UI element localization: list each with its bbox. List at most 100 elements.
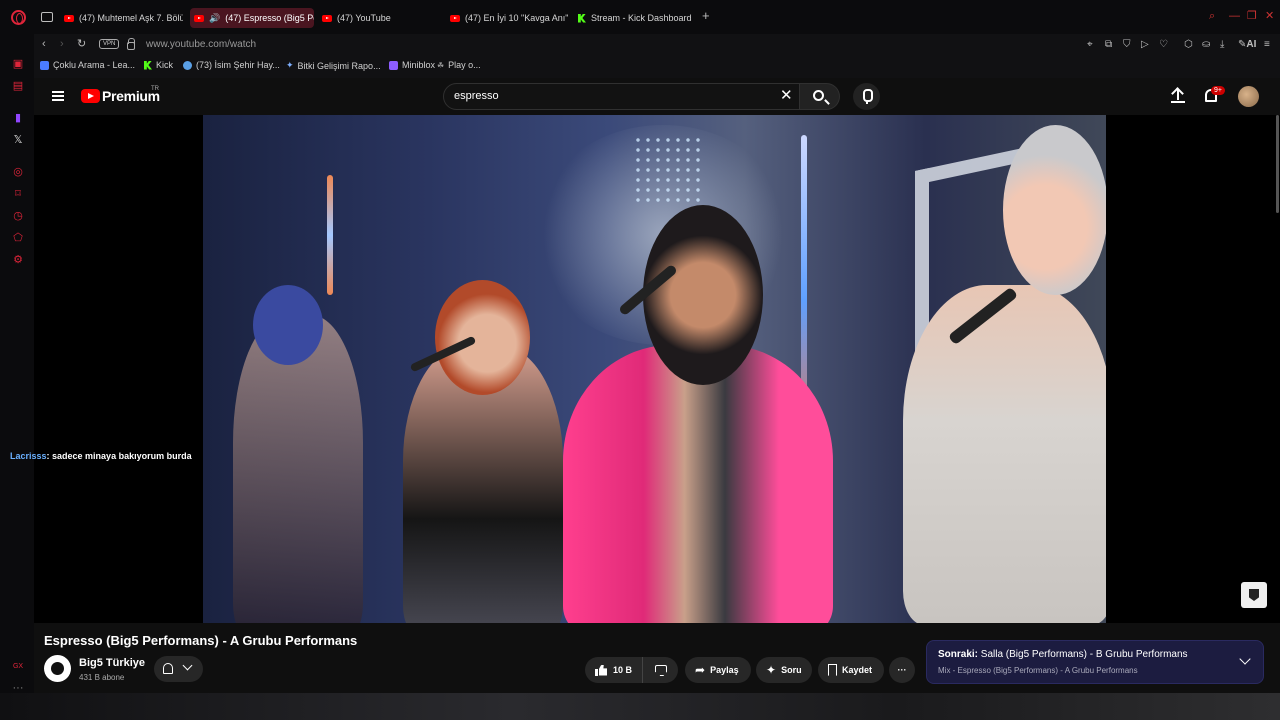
game-icon	[389, 60, 398, 70]
voice-search-button[interactable]	[853, 83, 880, 110]
address-bar: ‹ › ↻ VPN www.youtube.com/watch ⌖ ⧉ ⛉ ▷ …	[34, 34, 1280, 56]
ai-label: AI	[1246, 39, 1257, 50]
browser-sidebar: ▣ ▤ ▮ 𝕏 ◎ ⌑ ◷ ⬠ ⚙ GX ···	[0, 34, 34, 720]
bookmark-label: Kick	[156, 60, 174, 70]
save-button[interactable]: Kaydet	[818, 657, 884, 683]
desktop-background-strip	[0, 693, 1280, 720]
more-actions-button[interactable]: ···	[889, 657, 915, 683]
performer-2-head	[435, 280, 530, 395]
tab-espresso[interactable]: 🔊 (47) Espresso (Big5 Pe	[190, 8, 314, 28]
bell-icon	[163, 663, 173, 674]
video-player[interactable]	[34, 115, 1280, 623]
bookmark-icon	[828, 664, 837, 676]
upload-icon-base	[1171, 101, 1185, 103]
sidebar-history-icon[interactable]: ◷	[12, 210, 24, 222]
notification-badge: 9+	[1211, 86, 1225, 95]
pin-icon[interactable]: ⌖	[1087, 39, 1093, 51]
bookmark-label: Bitki Gelişimi Rapo...	[297, 60, 381, 71]
performer-4	[903, 285, 1106, 623]
thumbs-up-icon	[595, 665, 607, 676]
forward-icon[interactable]: ›	[60, 38, 64, 51]
channel-name[interactable]: Big5 Türkiye	[79, 657, 145, 669]
tab-kick-dashboard[interactable]: Stream - Kick Dashboard	[574, 8, 696, 28]
lock-icon[interactable]	[127, 38, 135, 50]
bookmark-label: Play o...	[448, 60, 481, 70]
overlay-shield-button[interactable]	[1241, 582, 1267, 608]
youtube-icon	[450, 14, 460, 22]
search-input[interactable]: espresso ✕	[443, 83, 800, 110]
ask-button[interactable]: ✦ Soru	[756, 657, 812, 683]
chat-username: Lacrisss	[10, 451, 47, 461]
sidebar-extensions-icon[interactable]: ⬠	[12, 232, 24, 244]
youtube-header: Premium TR espresso ✕ 9+	[34, 78, 1280, 115]
extensions-icon[interactable]: ⬡	[1184, 39, 1193, 51]
tab-muhtemel-ask[interactable]: (47) Muhtemel Aşk 7. Bölüm	[60, 8, 183, 28]
close-button[interactable]: ✕	[1265, 11, 1274, 22]
up-next-prefix: Sonraki:	[938, 649, 979, 660]
menu-icon[interactable]: ≡	[1264, 39, 1270, 51]
wallet-icon[interactable]: ⛀	[1202, 39, 1210, 51]
share-icon: ➦	[695, 663, 706, 677]
guide-menu-icon[interactable]	[52, 91, 64, 101]
kick-icon	[578, 13, 586, 23]
search-query: espresso	[454, 90, 499, 102]
search-button[interactable]	[800, 83, 840, 110]
sidebar-bookmarks-icon[interactable]: ⌑	[12, 188, 24, 200]
snapshot-icon[interactable]: ⧉	[1105, 39, 1112, 51]
search-icon	[40, 60, 49, 70]
bookmark-kick[interactable]: Kick	[144, 60, 173, 70]
search-tabs-icon[interactable]: ⌕	[1209, 11, 1215, 22]
sidebar-gx-corner-icon[interactable]: ▣	[12, 58, 24, 70]
sidebar-music-icon[interactable]: ◎	[12, 166, 24, 178]
more-icon: ···	[897, 665, 907, 675]
sidebar-gx-control-icon[interactable]: ▤	[12, 80, 24, 92]
tab-youtube[interactable]: (47) YouTube	[318, 8, 438, 28]
minimize-button[interactable]: —	[1229, 11, 1240, 22]
bookmark-label: Miniblox	[402, 60, 436, 70]
sidebar-settings-icon[interactable]: ⚙	[12, 254, 24, 266]
speaker-icon[interactable]: 🔊	[209, 13, 220, 24]
new-tab-button[interactable]: +	[702, 9, 710, 22]
page-scrollbar[interactable]	[1276, 115, 1279, 213]
up-next-panel[interactable]: Sonraki: Salla (Big5 Performans) - B Gru…	[926, 640, 1264, 684]
like-button[interactable]: 10 B	[585, 657, 643, 683]
account-avatar[interactable]	[1238, 86, 1259, 107]
share-button[interactable]: ➦ Paylaş	[685, 657, 751, 683]
twitch-icon[interactable]: ▮	[12, 112, 24, 124]
vpn-badge[interactable]: VPN	[99, 39, 120, 49]
subscriber-count: 431 B abone	[79, 673, 125, 682]
bookmark-coklu-arama[interactable]: Çoklu Arama - Lea...	[40, 60, 135, 70]
maximize-button[interactable]: ❐	[1247, 11, 1257, 22]
search-icon	[813, 90, 824, 101]
x-twitter-icon[interactable]: 𝕏	[12, 134, 24, 146]
video-frame[interactable]	[203, 115, 1106, 623]
url-field[interactable]: www.youtube.com/watch	[146, 39, 256, 50]
back-icon[interactable]: ‹	[42, 38, 46, 51]
channel-avatar[interactable]	[44, 655, 71, 682]
tab-kavga-ani[interactable]: (47) En İyi 10 "Kavga Anı"	[446, 8, 568, 28]
tab-workspaces-icon[interactable]	[41, 12, 53, 22]
clear-search-icon[interactable]: ✕	[780, 87, 793, 105]
performer-4-head	[1003, 125, 1106, 295]
stage-led-panel	[633, 135, 703, 205]
tab-label: (47) YouTube	[337, 13, 391, 23]
bookmark-isim-sehir[interactable]: (73) İsim Şehir Hay...	[183, 60, 280, 70]
performer-1-head	[253, 285, 323, 365]
dislike-button[interactable]	[643, 657, 678, 683]
video-title: Espresso (Big5 Performans) - A Grubu Per…	[44, 633, 358, 648]
opera-gx-logo-icon[interactable]	[11, 10, 26, 25]
chevron-down-icon[interactable]	[1239, 653, 1251, 665]
bookmark-bitki-gelisimi[interactable]: ✦ Bitki Gelişimi Rapo...	[286, 60, 381, 71]
chevron-down-icon	[182, 660, 193, 671]
shield-icon[interactable]: ⛉	[1123, 39, 1131, 51]
bookmark-miniblox[interactable]: Miniblox	[389, 60, 435, 70]
bookmark-play[interactable]: ☘ Play o...	[437, 60, 481, 70]
reload-icon[interactable]: ↻	[77, 38, 86, 51]
youtube-icon	[64, 14, 74, 22]
aria-ai-button[interactable]: ✎AI	[1238, 39, 1256, 51]
subscription-notifications-button[interactable]	[154, 656, 203, 682]
player-icon[interactable]: ▷	[1141, 39, 1149, 51]
heart-icon[interactable]: ♡	[1159, 39, 1168, 51]
youtube-logo-icon[interactable]	[81, 89, 100, 103]
download-icon[interactable]: ⤓	[1220, 39, 1224, 51]
